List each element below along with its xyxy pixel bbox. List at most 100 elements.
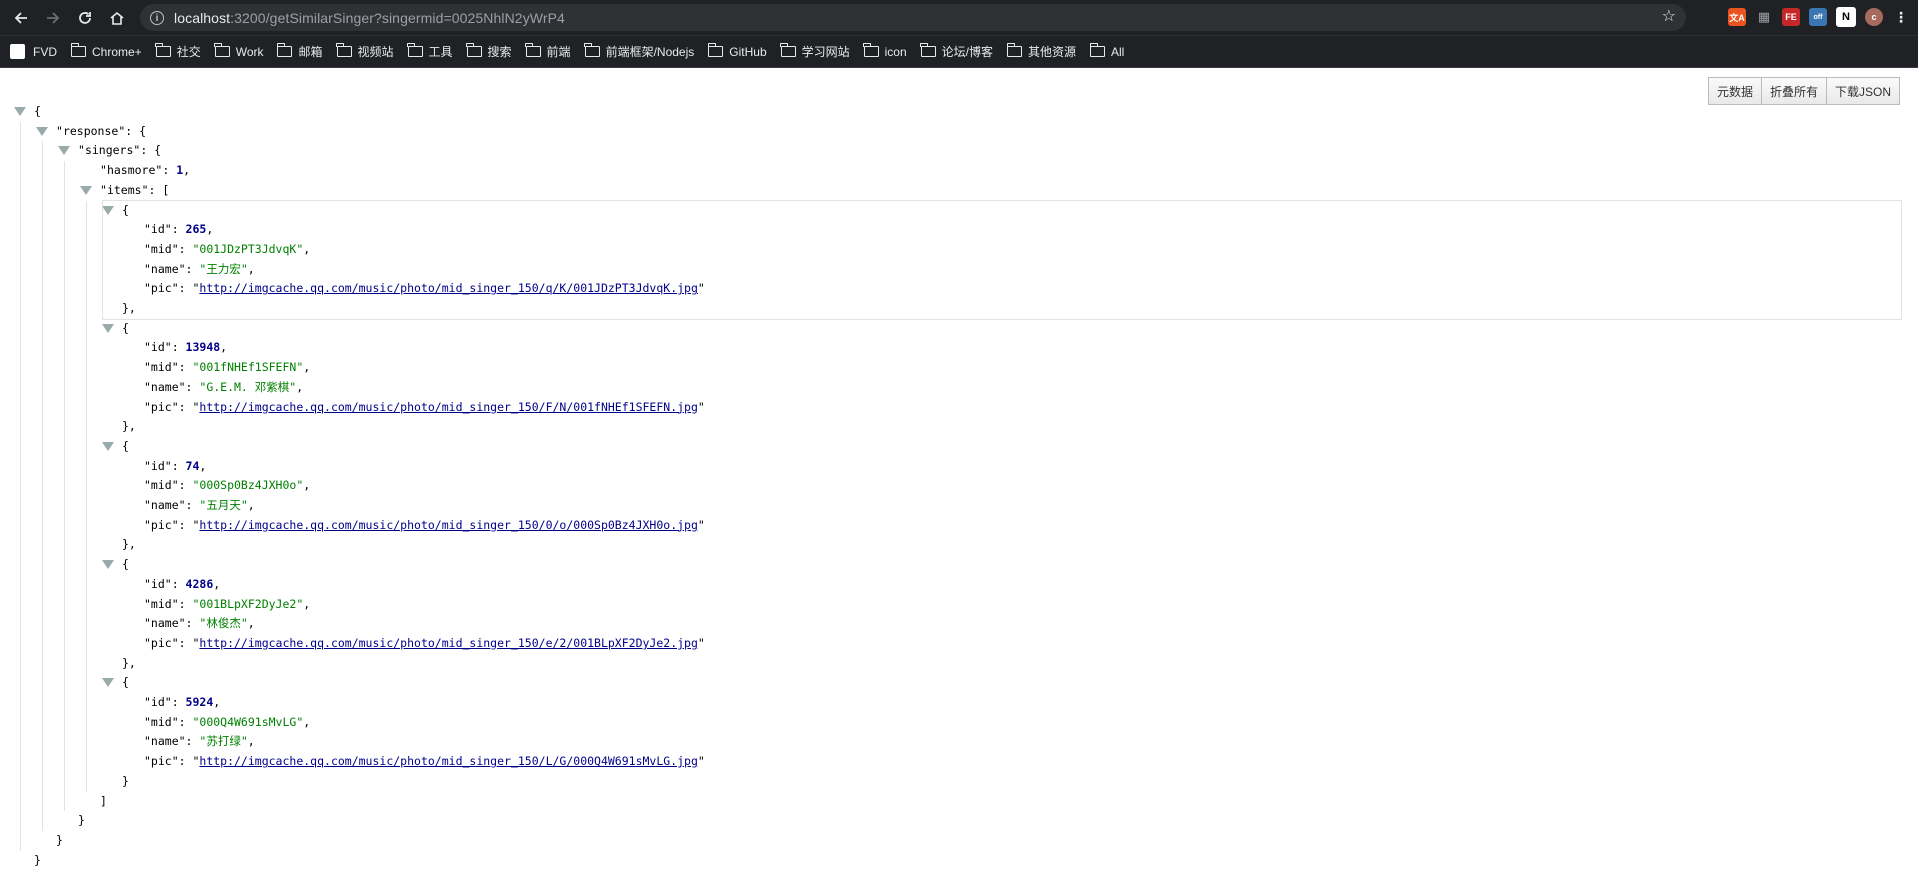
json-punctuation: } bbox=[78, 813, 85, 828]
collapse-toggle-icon[interactable] bbox=[102, 560, 114, 570]
json-punctuation: " bbox=[697, 517, 705, 532]
json-number: 13948 bbox=[185, 340, 221, 355]
json-punctuation: "id": bbox=[144, 458, 186, 473]
json-punctuation: } bbox=[122, 773, 129, 788]
home-icon[interactable] bbox=[104, 5, 130, 31]
bookmark-item[interactable]: 其他资源 bbox=[1006, 43, 1076, 60]
bookmark-item[interactable]: All bbox=[1089, 43, 1124, 59]
folder-icon bbox=[584, 43, 600, 57]
json-line: } bbox=[56, 831, 63, 849]
bookmark-item[interactable]: 搜索 bbox=[466, 43, 512, 60]
json-key: items bbox=[106, 182, 142, 197]
pic-link[interactable]: http://imgcache.qq.com/music/photo/mid_s… bbox=[199, 754, 698, 768]
json-punctuation: , bbox=[220, 340, 228, 355]
collapse-toggle-icon[interactable] bbox=[14, 107, 26, 116]
fvd-icon bbox=[10, 44, 25, 59]
json-line: "mid": "001fNHEf1SFEFN", bbox=[144, 358, 310, 376]
json-punctuation: , bbox=[247, 616, 255, 631]
reload-icon[interactable] bbox=[72, 5, 98, 31]
collapse-all-button[interactable]: 折叠所有 bbox=[1761, 77, 1827, 105]
bookmark-item[interactable]: 前端框架/Nodejs bbox=[584, 43, 694, 60]
address-bar[interactable]: i localhost:3200/getSimilarSinger?singer… bbox=[140, 4, 1686, 31]
indent-guide bbox=[64, 161, 65, 812]
json-punctuation: ": { bbox=[133, 143, 162, 158]
url-text[interactable]: localhost:3200/getSimilarSinger?singermi… bbox=[174, 10, 565, 26]
raw-data-button[interactable]: 元数据 bbox=[1707, 77, 1762, 105]
pic-link[interactable]: http://imgcache.qq.com/music/photo/mid_s… bbox=[199, 400, 698, 414]
json-line: "name": "林俊杰", bbox=[144, 614, 255, 632]
indent-guide bbox=[86, 200, 87, 792]
json-line: "mid": "001BLpXF2DyJe2", bbox=[144, 595, 310, 613]
bookmark-label: 社交 bbox=[176, 45, 201, 59]
folder-icon bbox=[70, 43, 86, 57]
folder-icon bbox=[780, 43, 796, 57]
json-viewer-toolbar: 元数据 折叠所有 下载JSON bbox=[1707, 77, 1900, 105]
json-line: "name": "苏打绿", bbox=[144, 732, 255, 750]
json-punctuation: , bbox=[247, 734, 255, 749]
back-arrow-icon[interactable] bbox=[8, 5, 34, 31]
bookmark-label: 学习网站 bbox=[801, 45, 850, 59]
bookmark-item[interactable]: 论坛/博客 bbox=[920, 43, 993, 60]
folder-icon bbox=[1006, 43, 1022, 57]
json-punctuation: "name": bbox=[144, 616, 200, 631]
bookmark-item[interactable]: GitHub bbox=[707, 43, 767, 59]
json-punctuation: , bbox=[199, 458, 207, 473]
json-punctuation: "mid": bbox=[144, 478, 193, 493]
json-string: "001BLpXF2DyJe2" bbox=[192, 596, 304, 611]
url-host: localhost bbox=[174, 9, 231, 26]
json-line: "items": [ bbox=[100, 181, 169, 199]
profile-avatar[interactable]: c bbox=[1865, 8, 1883, 26]
json-line: "response": { bbox=[56, 122, 146, 140]
collapse-toggle-icon[interactable] bbox=[58, 146, 70, 156]
json-punctuation: " bbox=[100, 163, 107, 178]
bookmark-star-icon[interactable]: ☆ bbox=[1662, 9, 1676, 25]
bookmark-label: GitHub bbox=[729, 44, 767, 59]
json-line: { bbox=[122, 673, 129, 691]
json-number: 5924 bbox=[185, 695, 214, 709]
collapse-toggle-icon[interactable] bbox=[80, 185, 92, 195]
json-line: } bbox=[78, 811, 85, 829]
forward-arrow-icon[interactable] bbox=[40, 5, 66, 31]
bookmark-item[interactable]: 邮箱 bbox=[276, 43, 323, 60]
bookmark-item[interactable]: 前端 bbox=[525, 43, 571, 60]
json-punctuation: ": bbox=[155, 163, 177, 178]
avatar-letter: c bbox=[1871, 12, 1877, 22]
json-line: }, bbox=[122, 654, 136, 672]
pic-link[interactable]: http://imgcache.qq.com/music/photo/mid_s… bbox=[199, 636, 698, 650]
json-line: "hasmore": 1, bbox=[100, 161, 190, 179]
collapse-toggle-icon[interactable] bbox=[102, 441, 114, 451]
bookmark-item[interactable]: FVD bbox=[10, 44, 57, 59]
json-line: }, bbox=[122, 535, 136, 553]
download-json-button[interactable]: 下载JSON bbox=[1826, 77, 1900, 105]
collapse-toggle-icon[interactable] bbox=[102, 678, 114, 688]
bookmark-item[interactable]: 工具 bbox=[407, 43, 453, 60]
bookmark-item[interactable]: 视频站 bbox=[336, 43, 394, 60]
item-hover-outline bbox=[102, 199, 1902, 320]
bookmark-item[interactable]: icon bbox=[863, 43, 907, 59]
notion-extension-icon[interactable]: N bbox=[1836, 7, 1856, 27]
json-number: 74 bbox=[185, 458, 200, 473]
json-line: ] bbox=[100, 792, 107, 810]
bookmark-item[interactable]: Work bbox=[214, 43, 263, 59]
collapse-toggle-icon[interactable] bbox=[36, 126, 48, 136]
fe-extension-icon[interactable]: FE bbox=[1782, 8, 1800, 26]
more-menu-icon[interactable]: ⋮ bbox=[1892, 8, 1910, 26]
json-punctuation: " bbox=[697, 399, 705, 414]
bookmark-label: 邮箱 bbox=[298, 45, 323, 59]
bookmark-item[interactable]: Chrome+ bbox=[70, 43, 142, 59]
translate-extension-icon[interactable]: 文A bbox=[1728, 8, 1746, 26]
bookmark-label: 前端 bbox=[546, 45, 571, 59]
python-extension-icon[interactable]: off bbox=[1809, 8, 1827, 26]
json-punctuation: { bbox=[122, 557, 129, 572]
site-info-icon[interactable]: i bbox=[150, 10, 164, 25]
bookmark-item[interactable]: 学习网站 bbox=[780, 43, 850, 60]
pic-link[interactable]: http://imgcache.qq.com/music/photo/mid_s… bbox=[199, 518, 698, 532]
json-line: "mid": "000Sp0Bz4JXH0o", bbox=[144, 476, 310, 494]
collapse-toggle-icon[interactable] bbox=[102, 323, 114, 333]
bookmark-item[interactable]: 社交 bbox=[155, 43, 201, 60]
json-line: } bbox=[34, 851, 41, 869]
grid-extension-icon[interactable]: ▦ bbox=[1755, 8, 1773, 26]
folder-icon bbox=[336, 43, 352, 57]
json-punctuation: " bbox=[697, 635, 705, 650]
json-line: "pic": "http://imgcache.qq.com/music/pho… bbox=[144, 752, 705, 770]
